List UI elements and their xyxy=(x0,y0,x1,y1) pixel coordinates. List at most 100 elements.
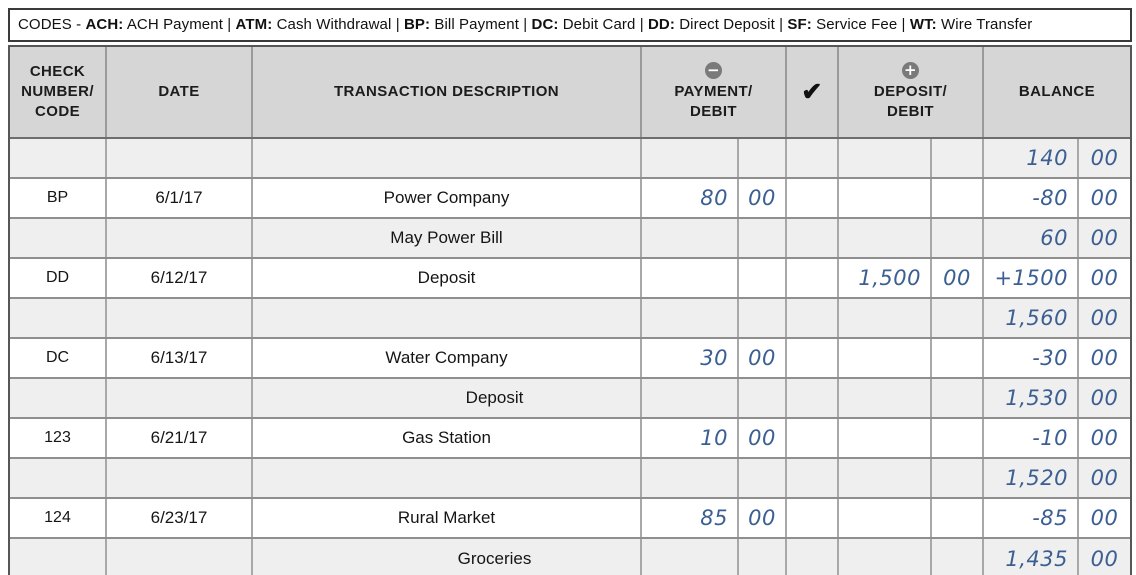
cell-deposit-cents xyxy=(932,379,984,417)
cell-code xyxy=(10,139,107,177)
table-row: DC 6/13/17 Water Company 30 00 -30 00 xyxy=(10,339,1130,379)
table-row: 1,520 00 xyxy=(10,459,1130,499)
cell-date xyxy=(107,219,253,257)
cell-check xyxy=(787,179,839,217)
cell-balance-cents: 00 xyxy=(1090,386,1119,410)
cell-payment-dollars: 30 xyxy=(642,339,739,377)
cell-payment-cents xyxy=(739,299,787,337)
cell-balance-cents: 00 xyxy=(1090,466,1119,490)
table-row: DD 6/12/17 Deposit 1,500 00 +1500 00 xyxy=(10,259,1130,299)
cell-payment-cents xyxy=(739,219,787,257)
cell-balance-cents: 00 xyxy=(1090,266,1119,290)
cell-payment-cents: 00 xyxy=(739,419,787,457)
code-abbreviation: ACH: xyxy=(85,16,124,33)
table-row: May Power Bill 60 00 xyxy=(10,219,1130,259)
header-payment-label: PAYMENT/ DEBIT xyxy=(674,82,753,120)
code-abbreviation: DC: xyxy=(531,16,559,33)
cell-balance-dollars: -85 xyxy=(984,499,1079,537)
header-payment-debit: − PAYMENT/ DEBIT xyxy=(642,47,787,137)
header-check-number-code: CHECK NUMBER/ CODE xyxy=(10,47,107,137)
cell-date: 6/13/17 xyxy=(107,339,253,377)
cell-code xyxy=(10,219,107,257)
cell-deposit-cents xyxy=(932,179,984,217)
cell-deposit-dollars: 1,500 xyxy=(839,259,932,297)
cell-balance-dollars: +1500 xyxy=(984,259,1079,297)
cell-code xyxy=(10,459,107,497)
code-abbreviation: DD: xyxy=(648,16,675,33)
cell-deposit-dollars xyxy=(839,299,932,337)
cell-description: Gas Station xyxy=(253,419,642,457)
codes-legend-text: CODES - ACH: ACH Payment | ATM: Cash Wit… xyxy=(18,16,1033,33)
cell-check xyxy=(787,339,839,377)
cell-description: Deposit xyxy=(253,379,642,417)
cell-deposit-cents xyxy=(932,419,984,457)
cell-deposit-cents xyxy=(932,139,984,177)
cell-code xyxy=(10,379,107,417)
cell-balance-dollars: 60 xyxy=(984,219,1079,257)
cell-payment-cents xyxy=(739,379,787,417)
minus-circle-icon: − xyxy=(705,61,722,79)
cell-deposit-dollars xyxy=(839,219,932,257)
cell-description: Groceries xyxy=(253,539,642,575)
cell-payment-dollars: 80 xyxy=(642,179,739,217)
cell-check xyxy=(787,259,839,297)
cell-deposit-dollars xyxy=(839,139,932,177)
cell-date: 6/23/17 xyxy=(107,499,253,537)
register-table: CHECK NUMBER/ CODE DATE TRANSACTION DESC… xyxy=(8,45,1132,575)
cell-balance-dollars: 1,435 xyxy=(984,539,1079,575)
cell-code: 123 xyxy=(10,419,107,457)
table-row: 123 6/21/17 Gas Station 10 00 -10 00 xyxy=(10,419,1130,459)
cell-balance-cents: 00 xyxy=(1090,226,1119,250)
cell-date xyxy=(107,139,253,177)
cell-date xyxy=(107,459,253,497)
table-row: 140 00 xyxy=(10,139,1130,179)
cell-code xyxy=(10,299,107,337)
table-header: CHECK NUMBER/ CODE DATE TRANSACTION DESC… xyxy=(10,47,1130,139)
cell-deposit-dollars xyxy=(839,499,932,537)
cell-check xyxy=(787,499,839,537)
cell-balance-dollars: 1,520 xyxy=(984,459,1079,497)
cell-balance-cents: 00 xyxy=(1090,346,1119,370)
cell-payment-dollars: 10 xyxy=(642,419,739,457)
cell-description: Power Company xyxy=(253,179,642,217)
cell-balance-dollars: -10 xyxy=(984,419,1079,457)
table-row: 124 6/23/17 Rural Market 85 00 -85 00 xyxy=(10,499,1130,539)
header-deposit-label: DEPOSIT/ DEBIT xyxy=(873,82,948,120)
cell-date xyxy=(107,539,253,575)
cell-payment-dollars xyxy=(642,539,739,575)
cell-payment-dollars xyxy=(642,379,739,417)
cell-date xyxy=(107,299,253,337)
cell-deposit-dollars xyxy=(839,379,932,417)
checkmark-icon: ✔ xyxy=(801,77,823,106)
cell-check xyxy=(787,139,839,177)
cell-check xyxy=(787,299,839,337)
code-abbreviation: SF: xyxy=(787,16,812,33)
cell-deposit-dollars xyxy=(839,339,932,377)
cell-deposit-cents: 00 xyxy=(932,259,984,297)
cell-description xyxy=(253,299,642,337)
cell-code: DC xyxy=(10,339,107,377)
cell-balance-dollars: -30 xyxy=(984,339,1079,377)
cell-code: DD xyxy=(10,259,107,297)
cell-description: May Power Bill xyxy=(253,219,642,257)
cell-deposit-dollars xyxy=(839,539,932,575)
table-row: BP 6/1/17 Power Company 80 00 -80 00 xyxy=(10,179,1130,219)
check-register-worksheet: CODES - ACH: ACH Payment | ATM: Cash Wit… xyxy=(0,0,1136,575)
cell-payment-cents xyxy=(739,459,787,497)
cell-balance-cents: 00 xyxy=(1090,186,1119,210)
cell-code: BP xyxy=(10,179,107,217)
cell-description: Water Company xyxy=(253,339,642,377)
cell-deposit-dollars xyxy=(839,459,932,497)
cell-payment-dollars: 85 xyxy=(642,499,739,537)
cell-deposit-cents xyxy=(932,459,984,497)
cell-payment-cents xyxy=(739,259,787,297)
cell-date: 6/12/17 xyxy=(107,259,253,297)
cell-deposit-cents xyxy=(932,299,984,337)
cell-payment-cents: 00 xyxy=(739,339,787,377)
cell-payment-dollars xyxy=(642,139,739,177)
cell-payment-cents: 00 xyxy=(739,499,787,537)
cell-date: 6/21/17 xyxy=(107,419,253,457)
cell-deposit-dollars xyxy=(839,179,932,217)
cell-payment-cents xyxy=(739,539,787,575)
cell-payment-dollars xyxy=(642,219,739,257)
